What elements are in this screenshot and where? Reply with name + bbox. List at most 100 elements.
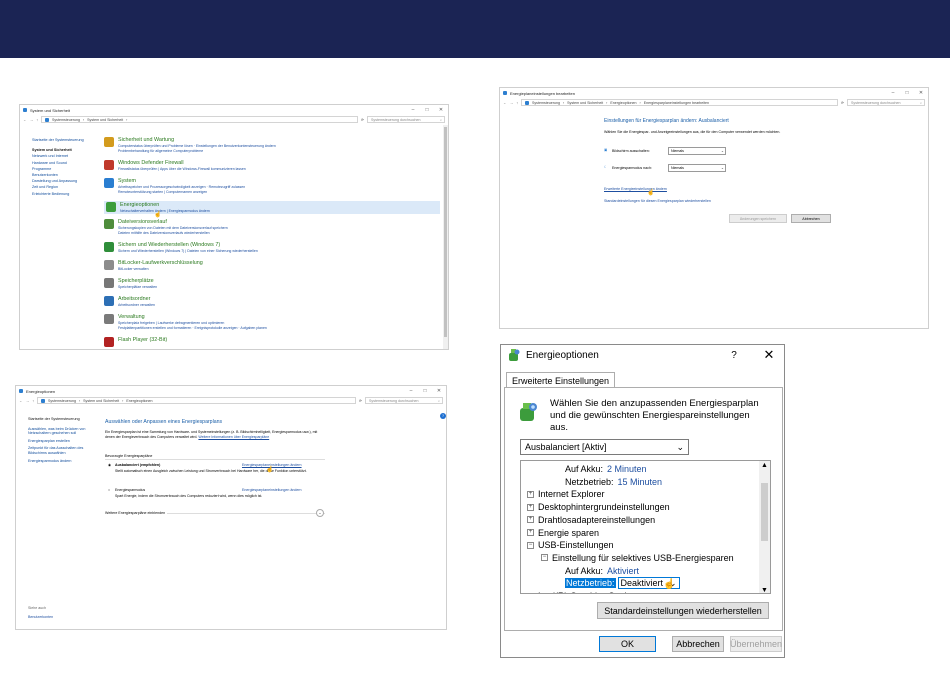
plan-select[interactable]: Ausbalanciert [Aktiv] ⌄ [520,439,689,455]
category-item[interactable]: Dateiversionsverlauf Sicherungskopien von… [104,219,228,235]
breadcrumb[interactable]: Systemsteuerung › System und Sicherheit › [40,116,358,123]
apply-button[interactable]: Übernehmen [730,636,782,652]
see-also-accounts[interactable]: Benutzerkonten [28,615,53,619]
up-icon[interactable]: ↑ [516,101,518,105]
minimize-icon[interactable]: – [404,388,418,394]
category-title[interactable]: Sicherheit und Wartung [118,137,276,143]
breadcrumb-item[interactable]: Systemsteuerung [48,399,76,403]
search-input[interactable]: Systemsteuerung durchsuchen ⌕ [367,116,445,123]
breadcrumb-item[interactable]: Energieoptionen [610,101,636,105]
maximize-icon[interactable]: □ [900,90,914,96]
category-link[interactable]: Netzschalterverhalten ändern | Energiesp… [120,209,210,213]
category-title[interactable]: System [118,178,245,184]
settings-tree[interactable]: ▲ ▼ Auf Akku: 2 Minuten Netzbetrieb: 15 Min… [520,460,771,594]
refresh-icon[interactable]: ⟳ [359,399,362,403]
tree-item-value[interactable]: 2 Minuten [607,464,647,474]
category-link[interactable]: Speicherplatz freigeben | Laufwerke defr… [118,321,267,325]
category-link[interactable]: BitLocker verwalten [118,267,203,271]
expand-icon[interactable]: + [527,516,534,524]
category-link[interactable]: Festplattenpartitionen erstellen und for… [118,326,267,330]
breadcrumb-item[interactable]: System und Sicherheit [87,118,123,122]
maximize-icon[interactable]: □ [418,388,432,394]
tree-item[interactable]: + Internet Explorer [527,488,605,500]
forward-icon[interactable]: → [510,101,514,105]
breadcrumb-item[interactable]: Energieoptionen [126,399,152,403]
help-icon[interactable]: ? [440,413,446,419]
refresh-icon[interactable]: ⟳ [841,101,844,105]
tree-item[interactable]: − Einstellung für selektives USB-Energies… [541,552,734,564]
advanced-settings-link[interactable]: Erweiterte Energieeinstellungen ändern [604,187,667,191]
breadcrumb-item[interactable]: System und Sicherheit [567,101,603,105]
forward-icon[interactable]: → [26,399,30,403]
tree-scrollbar[interactable]: ▲ ▼ [759,461,770,593]
category-title[interactable]: Arbeitsordner [118,296,155,302]
category-item[interactable]: Verwaltung Speicherplatz freigeben | Lauf… [104,314,267,330]
plan-power-saver-change-link[interactable]: Energiesparplaneinstellungen ändern [242,488,302,492]
tree-item[interactable]: + Drahtlosadaptereinstellungen [527,514,655,526]
expand-icon[interactable]: + [527,529,534,536]
tree-item[interactable]: + Energie sparen [527,527,599,539]
plan-balanced-label[interactable]: Ausbalanciert (empfohlen) [115,463,160,467]
expand-icon[interactable]: + [527,490,534,498]
minimize-icon[interactable]: – [406,107,420,113]
category-title[interactable]: Flash Player (32-Bit) [118,337,167,343]
back-icon[interactable]: ← [503,101,507,105]
cancel-button[interactable]: Abbrechen [672,636,724,652]
sidebar-item-create-plan[interactable]: Energiesparplan erstellen [28,439,90,444]
display-off-select[interactable]: Niemals ⌄ [668,147,726,155]
category-title[interactable]: Energieoptionen [120,202,210,208]
sidebar-item-home[interactable]: Startseite der Systemsteuerung [28,417,90,422]
category-link[interactable]: Arbeitsspeicher und Prozessorgeschwindig… [118,185,245,189]
close-icon[interactable]: ✕ [754,347,784,363]
tree-item[interactable]: − USB-Einstellungen [527,539,614,551]
category-title[interactable]: Windows Defender Firewall [118,160,246,166]
category-title[interactable]: Speicherplätze [118,278,157,284]
sidebar-item-display-off[interactable]: Zeitpunkt für das Ausschalten des Bildsc… [28,446,90,455]
restore-defaults-link[interactable]: Standardeinstellungen für diesen Energie… [604,199,711,203]
category-title[interactable]: Verwaltung [118,314,267,320]
show-more-plans[interactable]: Weitere Energiesparpläne einblenden [105,511,168,515]
breadcrumb-item[interactable]: Systemsteuerung [532,101,560,105]
radio-power-saver[interactable]: ○ [108,488,110,492]
up-icon[interactable]: ↑ [32,399,34,403]
close-icon[interactable]: ✕ [914,90,928,96]
sidebar-item-power-buttons[interactable]: Auswählen, was beim Drücken von Netzscha… [28,427,90,436]
category-item[interactable]: Arbeitsordner Arbeitsordner verwalten [104,296,155,307]
category-title[interactable]: Sichern und Wiederherstellen (Windows 7) [118,242,258,248]
tree-item[interactable]: Auf Akku: Aktiviert [565,565,639,577]
tree-item-value[interactable]: Aktiviert [607,566,639,576]
breadcrumb-item[interactable]: Systemsteuerung [52,118,80,122]
category-item[interactable]: Windows Defender Firewall Firewallstatus … [104,160,246,171]
back-icon[interactable]: ← [23,118,27,122]
close-icon[interactable]: ✕ [432,388,446,394]
category-link[interactable]: Dateien mithilfe des Dateiversionsverlau… [118,231,228,235]
forward-icon[interactable]: → [30,118,34,122]
back-icon[interactable]: ← [19,399,23,403]
category-link[interactable]: Problembehandlung für allgemeine Compute… [118,149,276,153]
tree-item[interactable]: Auf Akku: 2 Minuten [565,463,647,475]
category-item[interactable]: Sicherheit und Wartung Computerstatus übe… [104,137,276,153]
close-icon[interactable]: ✕ [434,107,448,113]
collapse-icon[interactable]: − [527,541,534,549]
category-title[interactable]: BitLocker-Laufwerkverschlüsselung [118,260,203,266]
save-button[interactable]: Änderungen speichern [729,214,787,223]
up-icon[interactable]: ↑ [36,118,38,122]
breadcrumb[interactable]: Systemsteuerung › System und Sicherheit › … [36,397,356,404]
sleep-select[interactable]: Niemals ⌄ [668,164,726,172]
breadcrumb-item[interactable]: System und Sicherheit [83,399,119,403]
breadcrumb-item[interactable]: Energiesparplaneinstellungen bearbeiten [644,101,709,105]
category-item[interactable]: Speicherplätze Speicherplätze verwalten [104,278,157,289]
tree-item[interactable]: + Intel(R) Graphics Settings [527,590,641,593]
search-input[interactable]: Systemsteuerung durchsuchen ⌕ [847,99,925,106]
collapse-icon[interactable]: − [541,554,548,562]
category-link[interactable]: Remoteunterstützung starten | Computerna… [118,190,245,194]
sidebar-item-home[interactable]: Startseite der Systemsteuerung [32,137,84,143]
category-link[interactable]: Arbeitsordner verwalten [118,303,155,307]
help-icon[interactable]: ? [719,350,749,361]
tree-item[interactable]: Netzbetrieb: 15 Minuten [565,476,662,488]
tree-item-value[interactable]: 15 Minuten [618,477,663,487]
category-link[interactable]: Speicherplätze verwalten [118,285,157,289]
minimize-icon[interactable]: – [886,90,900,96]
category-link[interactable]: Computerstatus überprüfen und Probleme l… [118,144,276,148]
tree-item[interactable]: + Desktophintergrundeinstellungen [527,501,670,513]
